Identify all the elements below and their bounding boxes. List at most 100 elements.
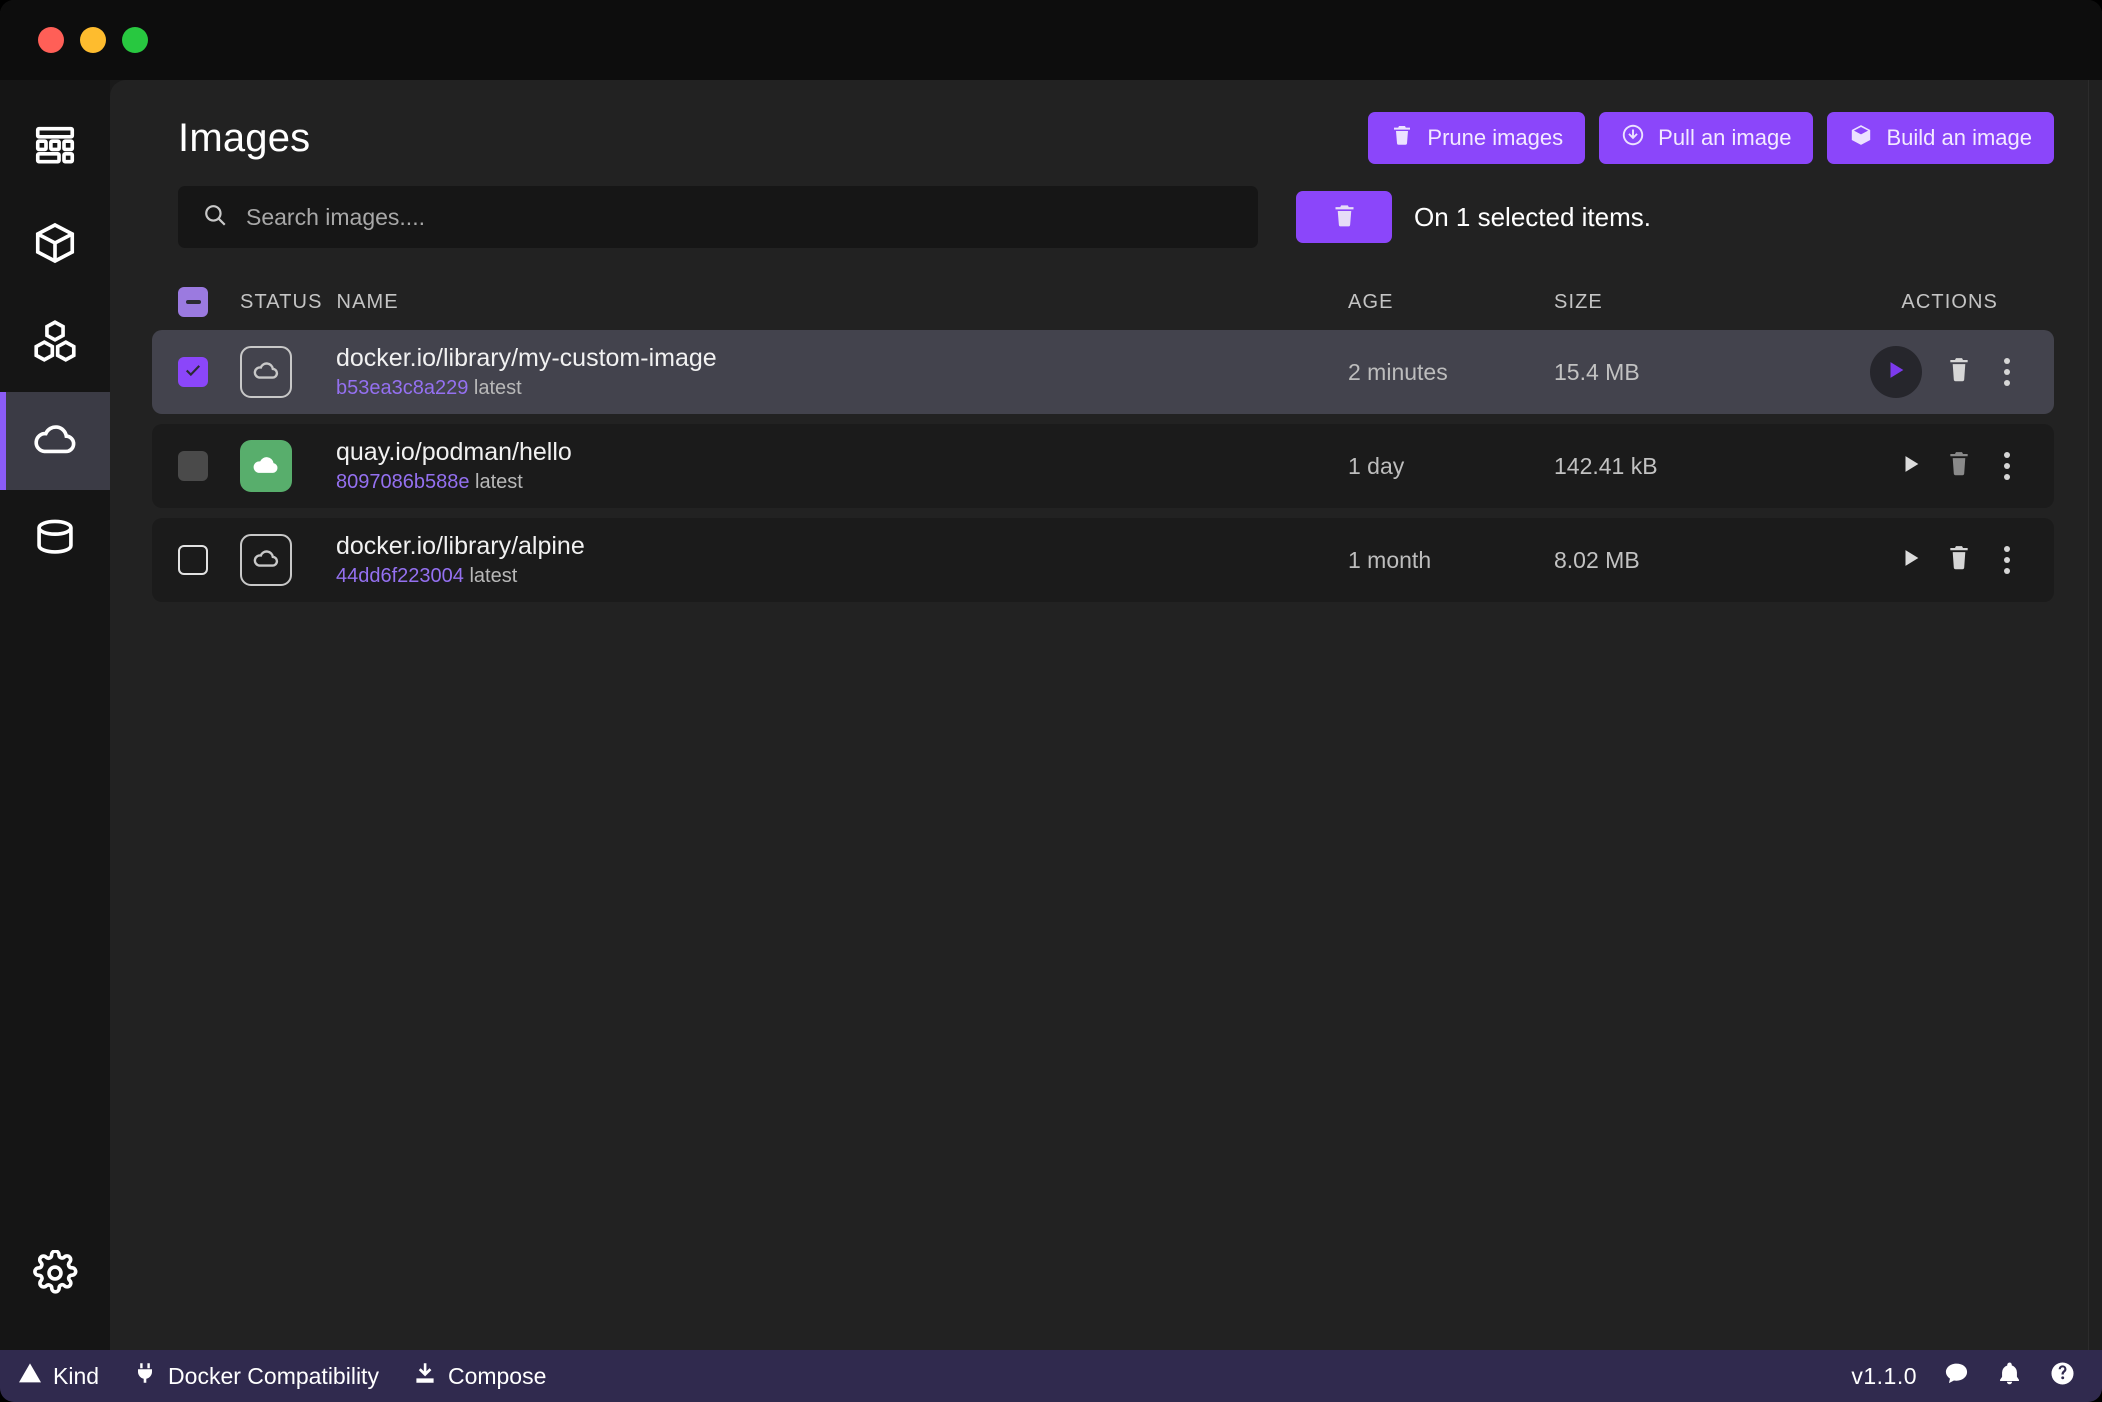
window-close-button[interactable] bbox=[38, 27, 64, 53]
trash-icon bbox=[1946, 355, 1972, 390]
status-bar-right: v1.1.0 bbox=[1851, 1360, 2076, 1392]
image-name: docker.io/library/my-custom-image bbox=[336, 344, 717, 372]
search-box[interactable] bbox=[178, 186, 1258, 248]
play-icon bbox=[1885, 358, 1907, 387]
row-actions bbox=[1814, 542, 2054, 578]
status-kind[interactable]: Kind bbox=[18, 1361, 99, 1391]
column-header-name[interactable]: NAME bbox=[323, 291, 1348, 314]
download-tray-icon bbox=[413, 1361, 437, 1391]
sidebar-item-volumes[interactable] bbox=[0, 490, 110, 588]
main-panel: Images Prune images Pull an image Build … bbox=[110, 80, 2102, 1350]
main-content: Images Prune images Pull an image Build … bbox=[110, 80, 2102, 1350]
image-tag: latest bbox=[475, 471, 523, 493]
delete-image-button[interactable] bbox=[1946, 543, 1972, 578]
pull-an-image-button[interactable]: Pull an image bbox=[1599, 112, 1814, 164]
prune-images-label: Prune images bbox=[1427, 125, 1564, 150]
status-badge bbox=[240, 346, 292, 398]
sidebar bbox=[0, 80, 110, 1350]
delete-image-button[interactable] bbox=[1946, 449, 1972, 484]
check-icon bbox=[183, 360, 203, 385]
sidebar-item-dashboard[interactable] bbox=[0, 98, 110, 196]
sidebar-item-images[interactable] bbox=[0, 392, 110, 490]
cube-icon bbox=[1849, 123, 1873, 153]
trash-icon bbox=[1946, 449, 1972, 484]
status-bar-left: Kind Docker Compatibility Compose bbox=[18, 1361, 546, 1391]
dot bbox=[2004, 546, 2010, 552]
window-maximize-button[interactable] bbox=[122, 27, 148, 53]
column-header-age[interactable]: AGE bbox=[1348, 291, 1554, 314]
app-window: Images Prune images Pull an image Build … bbox=[0, 0, 2102, 1402]
build-an-image-button[interactable]: Build an image bbox=[1827, 112, 2054, 164]
image-name: quay.io/podman/hello bbox=[336, 438, 572, 466]
selection-actions: On 1 selected items. bbox=[1296, 191, 1651, 243]
image-meta: b53ea3c8a229 latest bbox=[336, 377, 1348, 400]
run-image-button[interactable] bbox=[1900, 451, 1922, 482]
row-name-cell: docker.io/library/my-custom-image b53ea3… bbox=[322, 344, 1348, 400]
prune-images-button[interactable]: Prune images bbox=[1368, 112, 1586, 164]
row-name-cell: quay.io/podman/hello 8097086b588e latest bbox=[322, 438, 1348, 494]
gear-icon bbox=[32, 1248, 78, 1301]
image-tag: latest bbox=[473, 377, 522, 399]
delete-selected-button[interactable] bbox=[1296, 191, 1392, 243]
image-meta: 8097086b588e latest bbox=[336, 471, 1348, 494]
dot bbox=[2004, 380, 2010, 386]
row-size: 15.4 MB bbox=[1554, 358, 1640, 385]
search-input[interactable] bbox=[246, 186, 1258, 248]
sidebar-item-pods[interactable] bbox=[0, 294, 110, 392]
cloud-outline-icon bbox=[251, 358, 281, 387]
help-circle-icon[interactable] bbox=[2049, 1360, 2076, 1392]
search-row: On 1 selected items. bbox=[152, 186, 2054, 248]
page-header: Images Prune images Pull an image Build … bbox=[152, 80, 2054, 164]
sidebar-item-containers[interactable] bbox=[0, 196, 110, 294]
status-compose-label: Compose bbox=[447, 1362, 547, 1389]
table-row[interactable]: docker.io/library/alpine 44dd6f223004 la… bbox=[152, 518, 2054, 602]
row-select-cell bbox=[178, 451, 240, 481]
table-header-row: STATUS NAME AGE SIZE ACTIONS bbox=[152, 274, 2054, 330]
row-select-cell bbox=[178, 545, 240, 575]
bell-icon[interactable] bbox=[1996, 1360, 2023, 1392]
row-checkbox[interactable] bbox=[178, 451, 208, 481]
build-an-image-label: Build an image bbox=[1886, 125, 2032, 150]
image-meta: 44dd6f223004 latest bbox=[336, 565, 1348, 588]
column-header-status[interactable]: STATUS bbox=[240, 291, 323, 314]
row-actions bbox=[1814, 346, 2054, 398]
run-image-button[interactable] bbox=[1870, 346, 1922, 398]
select-all-cell bbox=[178, 287, 240, 317]
play-icon bbox=[1900, 545, 1922, 576]
row-more-menu-button[interactable] bbox=[1996, 542, 2018, 578]
play-icon bbox=[1900, 451, 1922, 482]
row-status-cell bbox=[240, 440, 322, 492]
sidebar-item-settings[interactable] bbox=[0, 1226, 110, 1324]
status-compose[interactable]: Compose bbox=[413, 1361, 546, 1391]
row-select-cell bbox=[178, 357, 240, 387]
select-all-checkbox[interactable] bbox=[178, 287, 208, 317]
warning-triangle-icon bbox=[18, 1361, 42, 1391]
row-more-menu-button[interactable] bbox=[1996, 354, 2018, 390]
dashboard-icon bbox=[32, 122, 78, 173]
image-tag: latest bbox=[469, 565, 518, 587]
row-more-menu-button[interactable] bbox=[1996, 448, 2018, 484]
dot bbox=[2004, 568, 2010, 574]
selection-count-text: On 1 selected items. bbox=[1414, 201, 1651, 232]
image-sha: 44dd6f223004 bbox=[336, 565, 464, 587]
row-size: 142.41 kB bbox=[1554, 452, 1658, 479]
image-name: docker.io/library/alpine bbox=[336, 532, 585, 560]
dot bbox=[2004, 557, 2010, 563]
dot bbox=[2004, 463, 2010, 469]
table-row[interactable]: docker.io/library/my-custom-image b53ea3… bbox=[152, 330, 2054, 414]
row-age: 1 day bbox=[1348, 452, 1405, 479]
table-row[interactable]: quay.io/podman/hello 8097086b588e latest… bbox=[152, 424, 2054, 508]
run-image-button[interactable] bbox=[1900, 545, 1922, 576]
status-docker-compatibility[interactable]: Docker Compatibility bbox=[133, 1361, 379, 1391]
chat-icon[interactable] bbox=[1943, 1360, 1970, 1392]
header-actions: Prune images Pull an image Build an imag… bbox=[1368, 112, 2054, 164]
image-sha: b53ea3c8a229 bbox=[336, 377, 469, 399]
status-badge bbox=[240, 534, 292, 586]
window-minimize-button[interactable] bbox=[80, 27, 106, 53]
delete-image-button[interactable] bbox=[1946, 355, 1972, 390]
row-checkbox[interactable] bbox=[178, 357, 208, 387]
row-checkbox[interactable] bbox=[178, 545, 208, 575]
vertical-scrollbar[interactable] bbox=[2088, 80, 2102, 1350]
column-header-size[interactable]: SIZE bbox=[1554, 291, 1814, 314]
